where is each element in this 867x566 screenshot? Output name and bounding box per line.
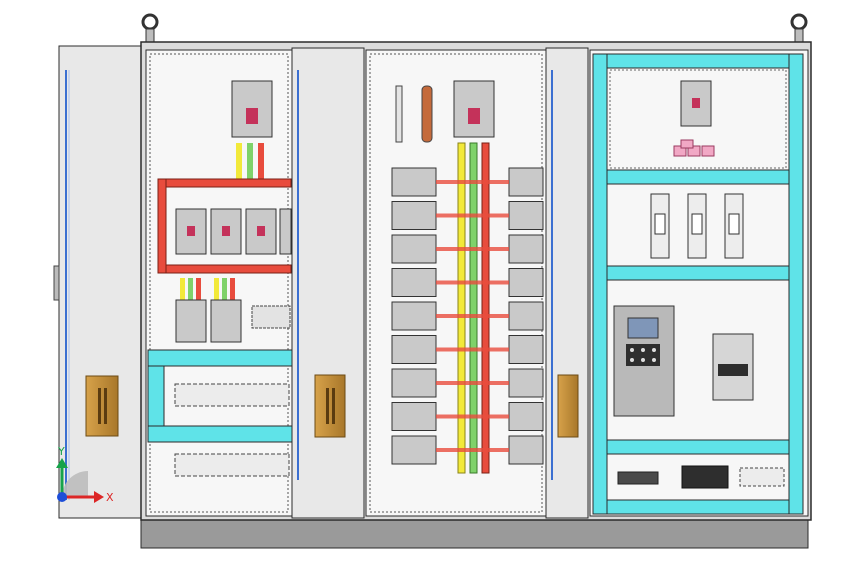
breaker[interactable]: [508, 268, 544, 297]
terminal-block[interactable]: [617, 471, 659, 485]
main-breaker[interactable]: [453, 80, 495, 138]
main-breaker[interactable]: [231, 80, 273, 138]
breaker[interactable]: [210, 208, 242, 255]
feeder-cable: [436, 448, 509, 452]
breaker[interactable]: [508, 402, 544, 431]
busbar-green: [469, 142, 478, 474]
breaker[interactable]: [508, 301, 544, 331]
breaker[interactable]: [508, 435, 544, 465]
feeder-cable: [436, 314, 509, 318]
breaker[interactable]: [245, 208, 277, 255]
cable-duct: [147, 349, 293, 367]
lifting-eye-icon: [790, 13, 808, 44]
feeder-cable: [436, 381, 509, 385]
feeder-cable: [436, 180, 509, 184]
busbar-yellow: [457, 142, 466, 474]
breaker[interactable]: [508, 201, 544, 230]
fuse-holder[interactable]: [650, 193, 670, 259]
vfd-drive[interactable]: [613, 305, 675, 417]
breaker[interactable]: [391, 201, 437, 230]
terminal-block[interactable]: [739, 467, 785, 487]
breaker[interactable]: [391, 435, 437, 465]
breaker[interactable]: [391, 335, 437, 364]
door-handle[interactable]: [314, 374, 346, 438]
contactor[interactable]: [712, 333, 754, 401]
terminal-block[interactable]: [174, 383, 290, 407]
breaker[interactable]: [175, 299, 207, 343]
section-1-mounting-plate[interactable]: [145, 49, 293, 517]
breaker[interactable]: [391, 167, 437, 197]
breaker[interactable]: [391, 234, 437, 264]
breaker[interactable]: [391, 368, 437, 398]
axis-x-label: X: [106, 491, 114, 504]
breaker[interactable]: [279, 208, 292, 255]
feeder-cable: [436, 247, 509, 251]
feeder-cable: [436, 213, 509, 218]
cad-viewport[interactable]: X Y: [0, 0, 867, 562]
terminal-block[interactable]: [681, 465, 729, 489]
feeder-cable: [436, 280, 509, 285]
busbar-red: [157, 178, 292, 188]
cabinet-assembly-model[interactable]: X Y: [0, 0, 867, 562]
terminal-block[interactable]: [174, 453, 290, 477]
door-handle[interactable]: [85, 375, 119, 437]
feeder-cable: [436, 347, 509, 352]
breaker[interactable]: [391, 301, 437, 331]
breaker[interactable]: [680, 80, 712, 127]
open-door-left[interactable]: [53, 45, 142, 519]
lifting-eye-icon: [141, 13, 159, 44]
axis-y-label: Y: [57, 445, 65, 458]
open-door-middle-1[interactable]: [291, 47, 365, 519]
breaker[interactable]: [391, 402, 437, 431]
open-door-middle-2[interactable]: [545, 47, 589, 519]
breaker[interactable]: [508, 234, 544, 264]
feeder-cable: [436, 414, 509, 419]
cabinet-plinth: [140, 518, 809, 549]
section-2-mounting-plate[interactable]: [365, 49, 547, 517]
busbar-red: [481, 142, 490, 474]
breaker[interactable]: [175, 208, 207, 255]
fuse-holder[interactable]: [687, 193, 707, 259]
section-4-mounting-plate[interactable]: [589, 49, 809, 517]
breaker[interactable]: [508, 335, 544, 364]
door-handle[interactable]: [557, 374, 579, 438]
terminal-block[interactable]: [251, 305, 291, 329]
breaker[interactable]: [508, 167, 544, 197]
breaker[interactable]: [508, 368, 544, 398]
breaker[interactable]: [210, 299, 242, 343]
breaker[interactable]: [391, 268, 437, 297]
fuse-holder[interactable]: [724, 193, 744, 259]
